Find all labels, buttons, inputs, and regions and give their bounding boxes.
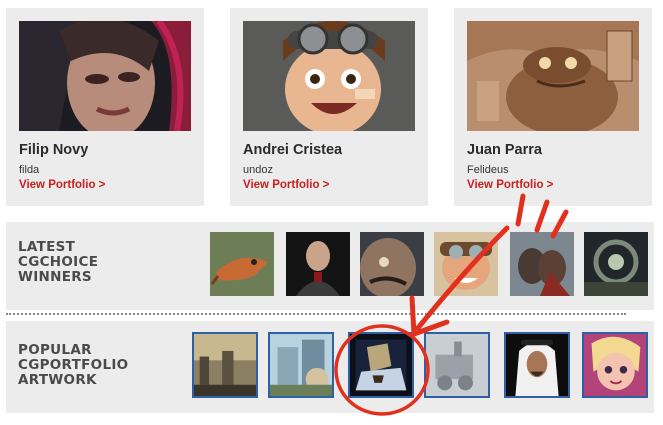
- view-portfolio-link[interactable]: View Portfolio >: [243, 179, 329, 191]
- warriors-image: [510, 232, 574, 296]
- waterfall-scene-image: [350, 334, 412, 396]
- portrait-image: [19, 21, 191, 131]
- winner-thumbnail[interactable]: [360, 232, 424, 296]
- illustration-image: [467, 21, 639, 131]
- heading-line: POPULAR: [18, 342, 92, 358]
- machine-scene-image: [584, 232, 648, 296]
- cartoon-girl-image: [584, 334, 646, 396]
- popular-thumbnail[interactable]: [504, 332, 570, 398]
- soldier-image: [286, 232, 350, 296]
- latest-winners-strip: LATEST CGCHOICE WINNERS: [6, 222, 654, 310]
- artwork-thumbnail[interactable]: [243, 21, 415, 131]
- artist-handle: Felideus: [467, 164, 509, 176]
- artist-handle: filda: [19, 164, 40, 176]
- heading-line: ARTWORK: [18, 372, 97, 388]
- popular-artwork-strip: POPULAR CGPORTFOLIO ARTWORK: [6, 321, 654, 413]
- sheikh-portrait-image: [506, 334, 568, 396]
- artist-name: Filip Novy: [19, 142, 89, 158]
- section-heading: LATEST CGCHOICE WINNERS: [18, 240, 98, 285]
- heading-line: LATEST: [18, 239, 76, 255]
- heading-line: CGCHOICE: [18, 254, 99, 270]
- artist-handle: undoz: [243, 164, 273, 176]
- heading-line: WINNERS: [18, 269, 92, 285]
- artwork-thumbnail[interactable]: [19, 21, 191, 131]
- popular-thumbnail[interactable]: [192, 332, 258, 398]
- engine-model-image: [426, 334, 488, 396]
- view-portfolio-link[interactable]: View Portfolio >: [19, 179, 105, 191]
- section-divider: [6, 313, 626, 315]
- pilot-image: [434, 232, 498, 296]
- view-portfolio-link[interactable]: View Portfolio >: [467, 179, 553, 191]
- ruins-image: [194, 334, 256, 396]
- winner-thumbnail[interactable]: [434, 232, 498, 296]
- creature-image: [210, 232, 274, 296]
- popular-thumbnail[interactable]: [348, 332, 414, 398]
- old-man-image: [360, 232, 424, 296]
- winner-thumbnail[interactable]: [286, 232, 350, 296]
- character-image: [243, 21, 415, 131]
- artwork-thumbnail[interactable]: [467, 21, 639, 131]
- heading-line: CGPORTFOLIO: [18, 357, 129, 373]
- artist-name: Andrei Cristea: [243, 142, 343, 158]
- popular-thumbnail[interactable]: [268, 332, 334, 398]
- winner-thumbnail[interactable]: [210, 232, 274, 296]
- artist-name: Juan Parra: [467, 142, 542, 158]
- artist-card-filip-novy: Filip Novy filda View Portfolio >: [6, 8, 204, 206]
- winner-thumbnail[interactable]: [510, 232, 574, 296]
- winner-thumbnail[interactable]: [584, 232, 648, 296]
- artist-card-juan-parra: Juan Parra Felideus View Portfolio >: [454, 8, 652, 206]
- artist-card-andrei-cristea: Andrei Cristea undoz View Portfolio >: [230, 8, 428, 206]
- city-building-image: [270, 334, 332, 396]
- section-heading: POPULAR CGPORTFOLIO ARTWORK: [18, 343, 128, 388]
- popular-thumbnail[interactable]: [424, 332, 490, 398]
- popular-thumbnail[interactable]: [582, 332, 648, 398]
